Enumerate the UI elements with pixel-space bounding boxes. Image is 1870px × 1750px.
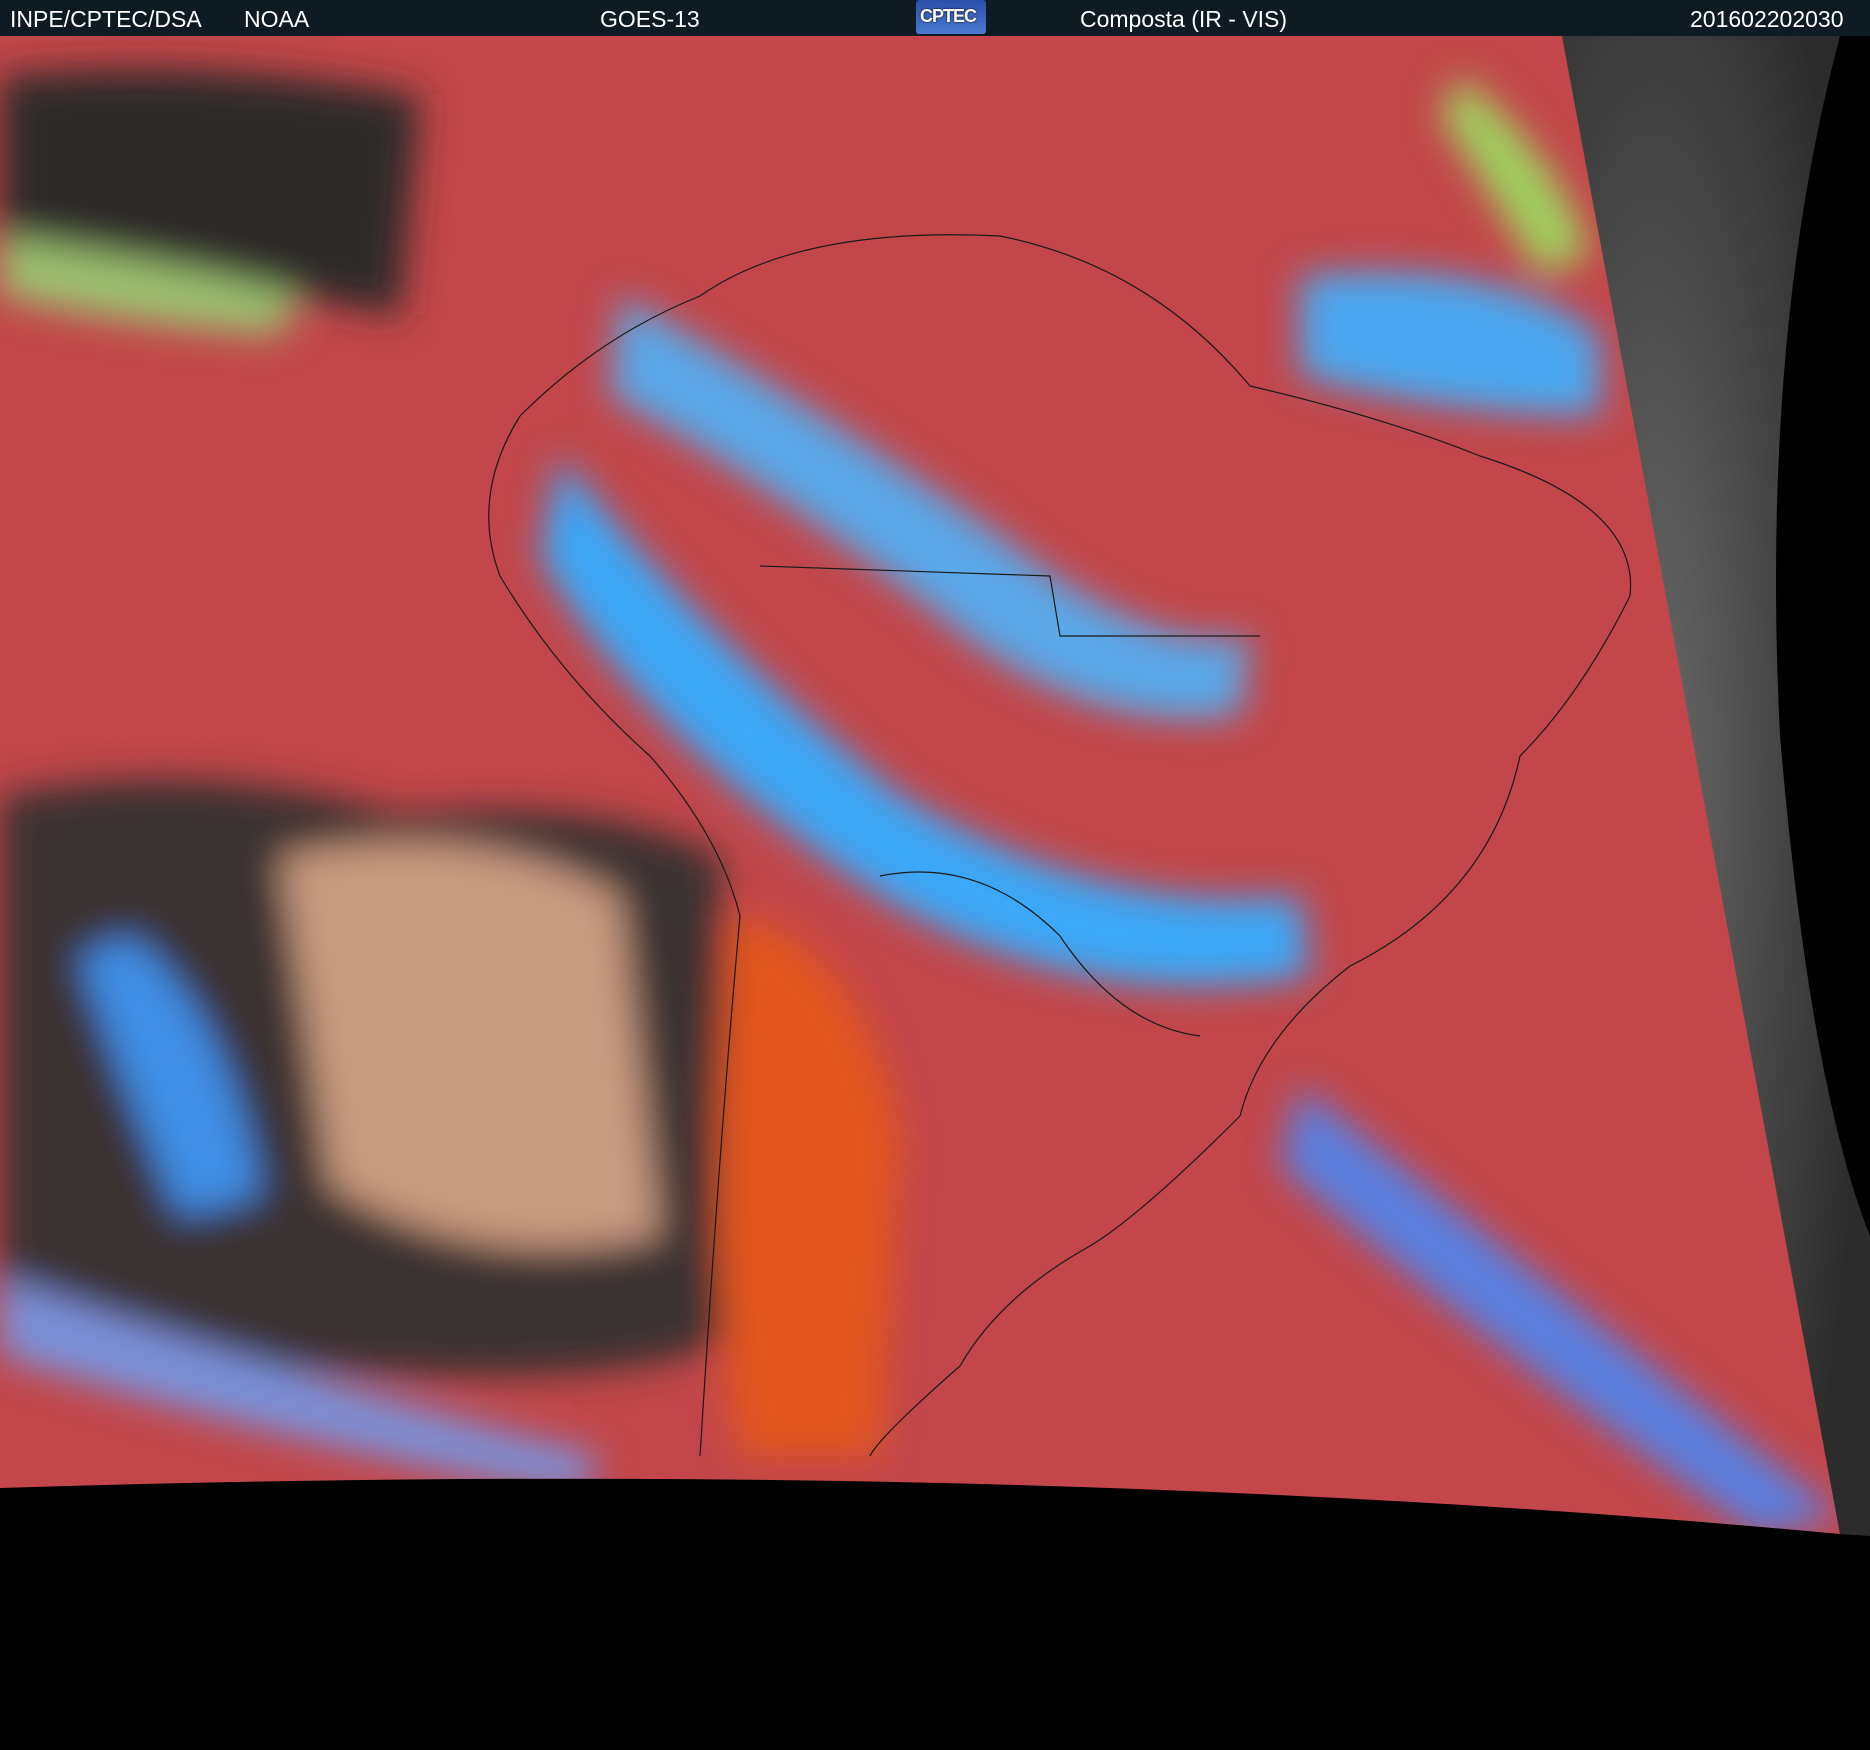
partner-label: NOAA	[244, 6, 310, 32]
satellite-image	[0, 36, 1870, 1750]
composite-region	[0, 36, 1840, 1534]
timestamp-label: 201602202030	[1690, 6, 1844, 32]
title-bar: INPE/CPTEC/DSA NOAA GOES-13 CPTEC Compos…	[0, 0, 1870, 36]
satellite-label: GOES-13	[600, 6, 700, 32]
product-label: Composta (IR - VIS)	[1080, 6, 1288, 32]
agency-label: INPE/CPTEC/DSA	[10, 6, 202, 32]
space-background	[0, 1536, 1870, 1750]
cptec-logo: CPTEC	[916, 0, 986, 34]
